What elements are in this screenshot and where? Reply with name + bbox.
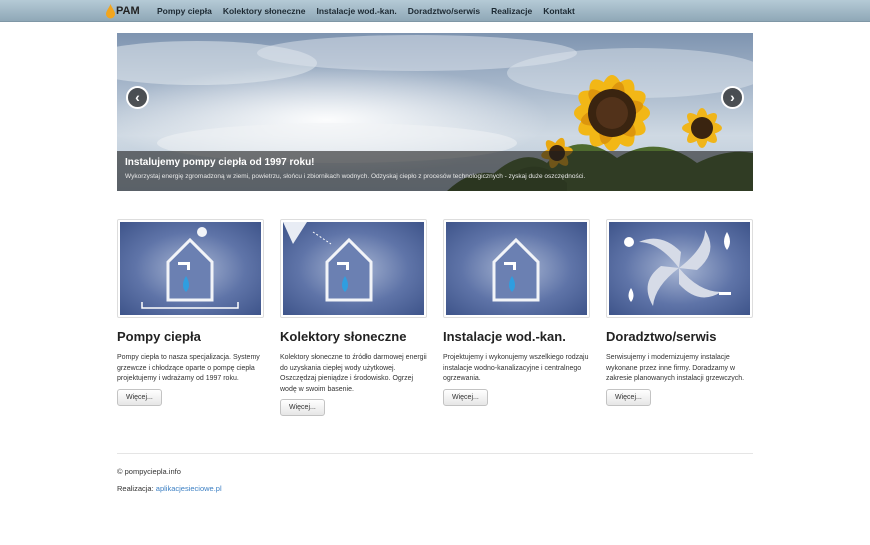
feature-pompy: Pompy ciepła Pompy ciepła to nasza specj… — [117, 219, 264, 406]
feature-instalacje: Instalacje wod.-kan. Projektujemy i wyko… — [443, 219, 590, 406]
feature-title: Kolektory słoneczne — [280, 329, 407, 344]
feature-title: Pompy ciepła — [117, 329, 201, 344]
carousel-title: Instalujemy pompy ciepła od 1997 roku! — [125, 157, 315, 168]
nav-item-kolektory[interactable]: Kolektory słoneczne — [223, 6, 306, 16]
carousel-caption: Instalujemy pompy ciepła od 1997 roku! W… — [117, 151, 753, 191]
house-heatpump-icon — [141, 227, 239, 309]
feature-text: Pompy ciepła to nasza specjalizacja. Sys… — [117, 354, 260, 382]
feature-text: Kolektory słoneczne to źródło darmowej e… — [280, 354, 427, 393]
feature-thumbnail[interactable] — [117, 219, 264, 318]
chevron-left-icon: ‹ — [135, 89, 140, 105]
more-button[interactable]: Więcej... — [606, 388, 651, 406]
hero-carousel: ‹ › Instalujemy pompy ciepła od 1997 rok… — [117, 33, 753, 191]
house-solar-icon — [283, 222, 373, 302]
footer-copyright: © pompyciepla.info — [117, 467, 181, 476]
logo-drop-icon — [106, 3, 115, 18]
nav-item-instalacje[interactable]: Instalacje wod.-kan. — [316, 6, 396, 16]
footer-credit-label: Realizacja: — [117, 484, 154, 493]
feature-title: Doradztwo/serwis — [606, 329, 717, 344]
feature-thumbnail[interactable] — [443, 219, 590, 318]
footer-divider — [117, 453, 753, 454]
chevron-right-icon: › — [730, 89, 735, 105]
feature-doradztwo: Doradztwo/serwis Serwisujemy i modernizu… — [606, 219, 753, 406]
feature-title: Instalacje wod.-kan. — [443, 329, 566, 344]
nav-item-pompy[interactable]: Pompy ciepła — [157, 6, 212, 16]
feature-kolektory: Kolektory słoneczne Kolektory słoneczne … — [280, 219, 427, 416]
footer-credit: Realizacja: aplikacjesieciowe.pl — [117, 484, 222, 493]
more-button[interactable]: Więcej... — [443, 388, 488, 406]
nav-item-realizacje[interactable]: Realizacje — [491, 6, 532, 16]
nav-item-kontakt[interactable]: Kontakt — [543, 6, 575, 16]
more-button[interactable]: Więcej... — [117, 388, 162, 406]
house-water-icon — [492, 237, 540, 302]
carousel-prev-button[interactable]: ‹ — [126, 86, 149, 109]
carousel-text: Wykorzystaj energię zgromadzoną w ziemi,… — [125, 173, 586, 180]
main-nav: Pompy ciepła Kolektory słoneczne Instala… — [157, 0, 586, 22]
feature-thumbnail[interactable] — [280, 219, 427, 318]
feature-text: Serwisujemy i modernizujemy instalacje w… — [606, 354, 745, 382]
feature-thumbnail[interactable] — [606, 219, 753, 318]
carousel-next-button[interactable]: › — [721, 86, 744, 109]
footer-credit-link[interactable]: aplikacjesieciowe.pl — [156, 484, 222, 493]
nav-item-doradztwo[interactable]: Doradztwo/serwis — [408, 6, 480, 16]
brand-name: PAM — [116, 5, 140, 17]
service-cycle-icon — [624, 230, 731, 306]
more-button[interactable]: Więcej... — [280, 399, 325, 416]
feature-text: Projektujemy i wykonujemy wszelkiego rod… — [443, 354, 589, 382]
top-navbar: PAM Pompy ciepła Kolektory słoneczne Ins… — [0, 0, 870, 22]
brand-logo[interactable]: PAM — [106, 2, 140, 20]
